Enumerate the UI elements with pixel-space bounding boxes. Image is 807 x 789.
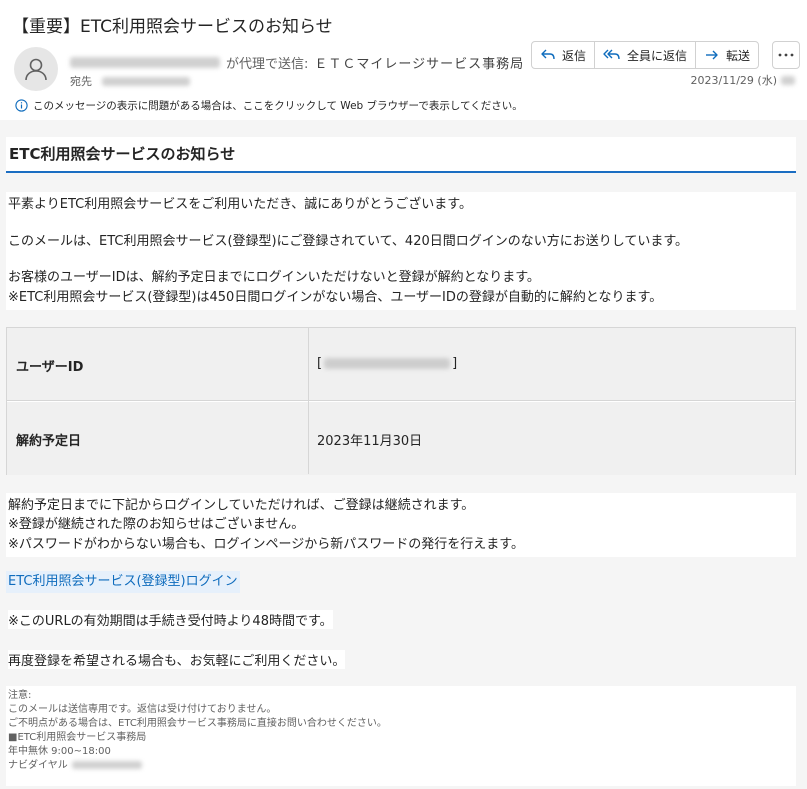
notes-title: 注意: bbox=[8, 690, 32, 701]
from-line: が代理で送信: ＥＴＣマイレージサービス事務局 bbox=[70, 53, 524, 72]
continuation-line-2: ※登録が継続された際のお知らせはございません。 bbox=[8, 517, 305, 532]
redacted-phone-number bbox=[71, 761, 142, 769]
notes-line-1: このメールは送信専用です。返信は受け付けておりません。 bbox=[8, 704, 277, 715]
notes-line-5: ナビダイヤル bbox=[8, 759, 142, 773]
view-in-browser-bar[interactable]: このメッセージの表示に問題がある場合は、ここをクリックして Web ブラウザーで… bbox=[15, 98, 523, 113]
info-bar-text: このメッセージの表示に問題がある場合は、ここをクリックして Web ブラウザーで… bbox=[33, 100, 523, 112]
person-icon bbox=[25, 58, 47, 81]
user-id-label: ユーザーID bbox=[16, 360, 84, 375]
table-row: 解約予定日 2023年11月30日 bbox=[7, 402, 795, 475]
bracket-open: [ bbox=[317, 356, 323, 371]
section-title: ETC利用照会サービスのお知らせ bbox=[9, 145, 236, 163]
table-column-divider bbox=[308, 328, 309, 474]
to-line: 宛先 bbox=[70, 73, 190, 89]
continuation-line-3: ※パスワードがわからない場合も、ログインページから新パスワードの発行を行えます。 bbox=[8, 537, 524, 552]
email-subject: 【重要】ETC利用照会サービスのお知らせ bbox=[12, 17, 333, 37]
reply-all-arrow-icon bbox=[603, 49, 620, 60]
forward-arrow-icon bbox=[706, 50, 718, 60]
user-id-value: [ ] bbox=[317, 356, 457, 371]
sender-name[interactable]: ＥＴＣマイレージサービス事務局 bbox=[314, 53, 524, 72]
info-icon bbox=[15, 99, 28, 112]
redacted-time bbox=[781, 75, 795, 85]
re-register-note: 再度登録を希望される場合も、お気軽にご利用ください。 bbox=[8, 650, 346, 669]
navi-dial-label: ナビダイヤル bbox=[8, 760, 68, 771]
reply-arrow-icon bbox=[541, 49, 555, 60]
intro-paragraphs: 平素よりETC利用照会サービスをご利用いただき、誠にありがとうございます。 この… bbox=[6, 192, 796, 310]
sender-avatar[interactable] bbox=[14, 47, 58, 91]
cancel-date-label: 解約予定日 bbox=[16, 434, 82, 449]
redacted-sender-address bbox=[70, 57, 220, 68]
on-behalf-label: が代理で送信: bbox=[226, 57, 309, 72]
notes-line-3: ■ETC利用照会サービス事務局 bbox=[8, 732, 147, 743]
received-date: 2023/11/29 (水) bbox=[691, 72, 795, 88]
redacted-user-id bbox=[324, 358, 451, 369]
forward-button[interactable]: 転送 bbox=[696, 42, 758, 68]
footer-notes: 注意: このメールは送信専用です。返信は受け付けておりません。 ご不明点がある場… bbox=[6, 686, 796, 786]
forward-label: 転送 bbox=[726, 48, 751, 63]
redacted-recipient[interactable] bbox=[102, 76, 190, 86]
more-dots-icon bbox=[778, 53, 794, 57]
continuation-line-1: 解約予定日までに下記からログインしていただければ、ご登録は継続されます。 bbox=[8, 498, 475, 513]
continuation-paragraph: 解約予定日までに下記からログインしていただければ、ご登録は継続されます。 ※登録… bbox=[6, 493, 796, 557]
cancel-date-value: 2023年11月30日 bbox=[317, 434, 423, 449]
reply-button[interactable]: 返信 bbox=[532, 42, 596, 68]
notes-line-2: ご不明点がある場合は、ETC利用照会サービス事務局に直接お問い合わせください。 bbox=[8, 718, 387, 729]
message-actions-toolbar: 返信 全員に返信 転送 bbox=[531, 41, 760, 69]
reply-all-label: 全員に返信 bbox=[627, 48, 688, 63]
account-info-table: ユーザーID [ ] 解約予定日 2023年11月30日 bbox=[6, 327, 796, 475]
intro-line-3: お客様のユーザーIDは、解約予定日までにログインいただけないと登録が解約となりま… bbox=[8, 270, 540, 285]
url-validity-note: ※このURLの有効期間は手続き受付時より48時間です。 bbox=[8, 610, 333, 629]
message-body: ETC利用照会サービスのお知らせ 平素よりETC利用照会サービスをご利用いただき… bbox=[0, 120, 807, 789]
reply-all-button[interactable]: 全員に返信 bbox=[595, 42, 697, 68]
to-label: 宛先 bbox=[70, 75, 92, 88]
bracket-close: ] bbox=[452, 356, 458, 371]
intro-line-4: ※ETC利用照会サービス(登録型)は450日間ログインがない場合、ユーザーIDの… bbox=[8, 290, 663, 305]
table-row: ユーザーID [ ] bbox=[7, 328, 795, 401]
section-header: ETC利用照会サービスのお知らせ bbox=[6, 137, 796, 173]
intro-line-1: 平素よりETC利用照会サービスをご利用いただき、誠にありがとうございます。 bbox=[8, 197, 473, 212]
date-text: 2023/11/29 (水) bbox=[690, 74, 777, 87]
login-link[interactable]: ETC利用照会サービス(登録型)ログイン bbox=[6, 571, 240, 593]
more-actions-button[interactable] bbox=[772, 41, 800, 69]
reply-label: 返信 bbox=[562, 48, 587, 63]
notes-line-4: 年中無休 9:00~18:00 bbox=[8, 746, 111, 757]
intro-line-2: このメールは、ETC利用照会サービス(登録型)にご登録されていて、420日間ログ… bbox=[8, 234, 689, 249]
